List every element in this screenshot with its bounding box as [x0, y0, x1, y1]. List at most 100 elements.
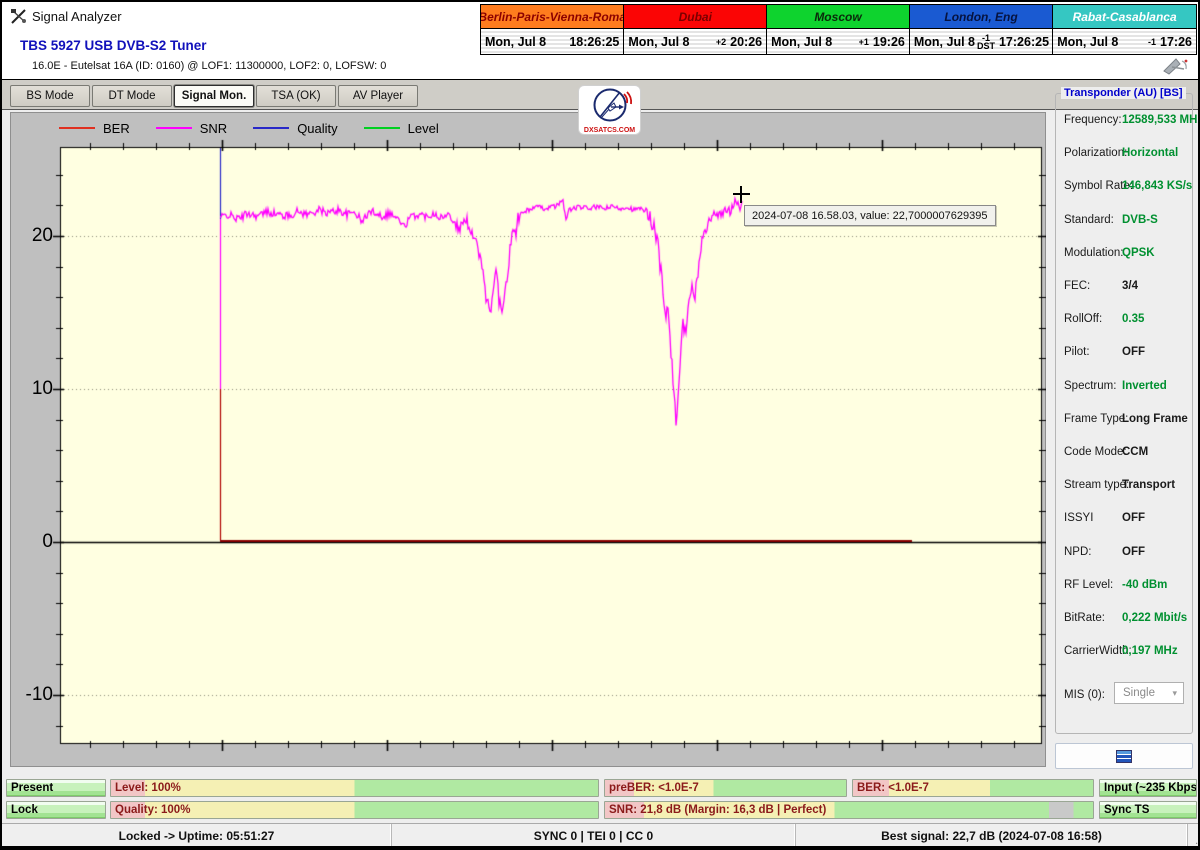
clock-utc-offset: -1 DST	[976, 32, 995, 51]
clock-3: London, Eng Mon, Jul 8 -1 DST 17:26:25	[909, 5, 1054, 54]
legend-item-quality: Quality	[253, 121, 338, 136]
clock-utc-offset: +2	[715, 36, 727, 47]
field-value: Horizontal	[1122, 147, 1179, 160]
transponder-row-npd-: NPD: OFF	[1056, 546, 1192, 562]
field-label: Frequency:	[1064, 114, 1122, 126]
sync-ts-indicator: Sync TS	[1099, 801, 1197, 819]
clock-date: Mon, Jul 8	[485, 34, 547, 49]
field-label: Polarization:	[1064, 147, 1128, 160]
clock-city-label: London, Eng	[909, 5, 1053, 29]
tab-av-player[interactable]: AV Player	[338, 85, 418, 107]
clock-time: 18:26:25	[569, 34, 620, 49]
clock-date: Mon, Jul 8	[771, 34, 833, 49]
field-label: NPD:	[1064, 545, 1092, 558]
field-label: BitRate:	[1064, 612, 1105, 624]
tuner-info: TBS 5927 USB DVB-S2 Tuner 16.0E - Eutels…	[2, 30, 480, 79]
field-value: -40 dBm	[1122, 578, 1168, 591]
uptime-status: Locked -> Uptime: 05:51:27	[2, 824, 392, 846]
satellite-dish-icon	[1163, 58, 1188, 75]
clock-0: Berlin-Paris-Vienna-Roma Mon, Jul 8 18:26:…	[481, 5, 625, 54]
legend-swatch	[363, 127, 400, 129]
transponder-row-frequency-: Frequency: 12589,533 MHz	[1056, 114, 1198, 130]
list-export-icon	[1116, 749, 1132, 763]
tab-tsa-ok-[interactable]: TSA (OK)	[256, 85, 336, 107]
field-value: CCM	[1122, 446, 1149, 458]
tuner-subtitle: 16.0E - Eutelsat 16A (ID: 0160) @ LOF1: …	[32, 60, 387, 72]
resize-grip[interactable]	[1188, 824, 1198, 846]
clock-date: Mon, Jul 8	[913, 34, 975, 49]
legend-item-ber: BER	[59, 121, 130, 136]
legend-label: Level	[407, 120, 439, 136]
legend-swatch	[59, 127, 95, 129]
transponder-row-standard-: Standard: DVB-S	[1056, 214, 1192, 230]
clock-time-row: Mon, Jul 8 +2 20:26	[624, 29, 767, 54]
legend-swatch	[155, 127, 192, 129]
window-title: Signal Analyzer	[32, 9, 122, 24]
mis-selected-value: Single	[1123, 687, 1155, 699]
field-value: OFF	[1122, 512, 1145, 525]
world-clocks: Berlin-Paris-Vienna-Roma Mon, Jul 8 18:26:…	[480, 4, 1197, 55]
y-axis-label-20: 20	[31, 225, 53, 246]
clock-time: 19:26	[872, 34, 905, 49]
field-label: Stream type:	[1064, 479, 1130, 492]
preber-meter: preBER: <1.0E-7	[604, 779, 847, 797]
chart-panel: BER SNR Quality Level 20 10 0 -10 2024-07-0…	[10, 112, 1052, 767]
y-axis-label-minus10: -10	[25, 684, 53, 705]
tab-dt-mode[interactable]: DT Mode	[92, 85, 172, 107]
present-indicator: Present	[6, 779, 106, 797]
export-button[interactable]	[1055, 743, 1193, 769]
field-label: Spectrum:	[1064, 379, 1117, 392]
logo-text: DXSATCS.COM	[583, 127, 636, 134]
legend-label: BER	[103, 120, 130, 136]
field-value: Long Frame	[1122, 412, 1188, 425]
field-label: Frame Type:	[1064, 412, 1129, 425]
legend-item-level: Level	[363, 120, 439, 136]
field-value: DVB-S	[1122, 213, 1158, 226]
transponder-row-polarization-: Polarization: Horizontal	[1056, 147, 1192, 163]
value-tooltip: 2024-07-08 16.58.03, value: 22,700000762…	[744, 205, 996, 226]
transponder-row-symbol-rate-: Symbol Rate: 146,843 KS/s	[1056, 180, 1192, 196]
clock-time: 17:26:25	[998, 34, 1050, 49]
best-signal-status: Best signal: 22,7 dB (2024-07-08 16:58)	[796, 824, 1188, 846]
field-label: Modulation:	[1064, 246, 1124, 259]
status-bar: Locked -> Uptime: 05:51:27 SYNC 0 | TEI …	[2, 823, 1198, 846]
dxsatcs-logo: DXSATCS.COM	[578, 85, 641, 135]
logo-satellite-drawing	[593, 88, 632, 122]
clock-city-label: Berlin-Paris-Vienna-Roma	[481, 5, 624, 29]
clock-time: 17:26	[1160, 34, 1192, 49]
clock-utc-offset: +1	[858, 36, 869, 47]
field-value: QPSK	[1122, 246, 1155, 259]
field-label: FEC:	[1064, 280, 1091, 292]
legend-item-snr: SNR	[155, 121, 227, 136]
transponder-groupbox: Transponder (AU) [BS] Frequency: 12589,53…	[1055, 87, 1198, 734]
field-value: 3/4	[1122, 280, 1138, 292]
clock-1: Dubai Mon, Jul 8 +2 20:26	[624, 5, 768, 54]
tab-bs-mode[interactable]: BS Mode	[10, 85, 90, 107]
transponder-row-issyi: ISSYI OFF	[1056, 512, 1192, 528]
field-value: 0.35	[1122, 313, 1145, 326]
side-panel: Transponder (AU) [BS] Frequency: 12589,53…	[1046, 87, 1198, 769]
legend-swatch	[253, 127, 290, 129]
field-value: Inverted	[1122, 379, 1167, 392]
lock-indicator: Lock	[6, 801, 106, 819]
mis-label: MIS (0):	[1064, 689, 1105, 701]
field-value: 146,843 KS/s	[1122, 180, 1193, 193]
transponder-row-pilot-: Pilot: OFF	[1056, 346, 1192, 362]
tuner-title: TBS 5927 USB DVB-S2 Tuner	[20, 38, 207, 53]
crosshair-cursor	[733, 186, 750, 203]
transponder-row-modulation-: Modulation: QPSK	[1056, 247, 1192, 263]
field-value: 12589,533 MHz	[1122, 114, 1200, 126]
clock-time: 20:26	[730, 34, 763, 49]
clock-time-row: Mon, Jul 8 18:26:25	[481, 29, 624, 54]
signal-history-plot[interactable]	[50, 137, 1052, 754]
clock-city-label: Moscow	[767, 5, 909, 29]
tab-signal-mon-[interactable]: Signal Mon.	[174, 85, 254, 107]
chart-legend: BER SNR Quality Level	[59, 117, 439, 139]
field-label: Pilot:	[1064, 346, 1090, 359]
clock-time-row: Mon, Jul 8 -1 17:26	[1053, 29, 1196, 54]
clock-2: Moscow Mon, Jul 8 +1 19:26	[767, 5, 910, 54]
clock-city-label: Dubai	[624, 5, 767, 29]
mis-dropdown[interactable]: Single ▾	[1114, 682, 1184, 704]
clock-4: Rabat-Casablanca Mon, Jul 8 -1 17:26	[1053, 5, 1196, 54]
transponder-row-bitrate-: BitRate: 0,222 Mbit/s	[1056, 612, 1192, 628]
